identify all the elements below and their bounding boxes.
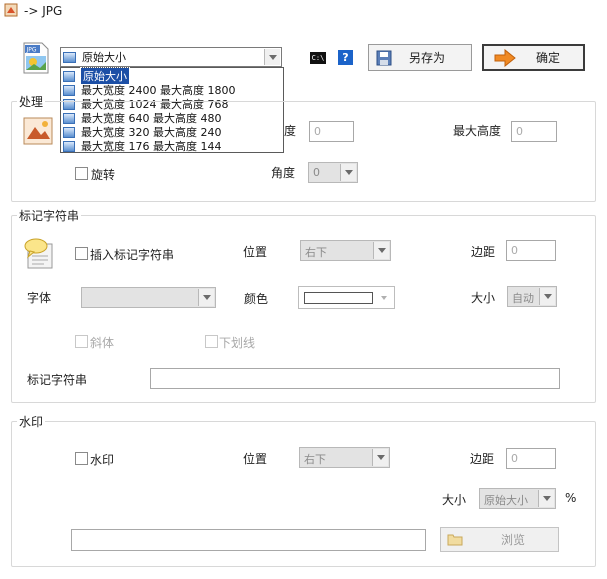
- color-swatch: [304, 292, 373, 304]
- watermark-margin-input[interactable]: 0: [506, 448, 556, 469]
- chevron-down-icon: [539, 288, 555, 305]
- image-size-icon: [63, 84, 75, 96]
- chevron-down-icon: [198, 289, 214, 306]
- watermark-position-label: 位置: [243, 452, 268, 466]
- marker-string-input[interactable]: [150, 368, 560, 389]
- underline-checkbox[interactable]: [205, 335, 218, 348]
- jpg-file-icon: JPG: [23, 42, 49, 74]
- rotate-label: 旋转: [91, 168, 116, 182]
- color-label: 颜色: [244, 292, 269, 306]
- help-icon[interactable]: ?: [338, 50, 353, 65]
- max-height-input[interactable]: 0: [511, 121, 557, 142]
- image-size-icon: [63, 51, 76, 63]
- watermark-percent-label: %: [565, 491, 577, 505]
- insert-marker-checkbox[interactable]: [75, 247, 88, 260]
- insert-marker-label: 插入标记字符串: [90, 248, 175, 262]
- chevron-down-icon: [381, 296, 387, 300]
- image-processing-icon: [23, 117, 53, 145]
- underline-label: 下划线: [219, 336, 256, 350]
- arrow-right-icon: [494, 48, 516, 67]
- marker-string-label: 标记字符串: [27, 373, 88, 387]
- max-width-input[interactable]: 0: [309, 121, 354, 142]
- size-select[interactable]: 原始大小: [60, 47, 282, 67]
- angle-select[interactable]: 0: [308, 162, 358, 183]
- folder-icon: [447, 534, 463, 546]
- browse-button[interactable]: 浏览: [440, 527, 559, 552]
- marker-margin-label: 边距: [471, 245, 496, 259]
- title-bar: -> JPG: [0, 0, 607, 22]
- marker-group-title: 标记字符串: [17, 207, 82, 224]
- watermark-position-select[interactable]: 右下: [299, 447, 390, 468]
- floppy-disk-icon: [376, 50, 392, 65]
- ok-button[interactable]: 确定: [482, 44, 585, 71]
- font-select[interactable]: [81, 287, 216, 308]
- size-select-value: 原始大小: [82, 51, 126, 64]
- rotate-checkbox[interactable]: [75, 167, 88, 180]
- watermark-checkbox[interactable]: [75, 452, 88, 465]
- marker-position-select[interactable]: 右下: [300, 240, 391, 261]
- color-picker[interactable]: [298, 286, 395, 309]
- window-title: -> JPG: [24, 4, 63, 18]
- angle-label: 角度: [271, 166, 296, 180]
- max-height-label: 最大高度: [453, 124, 502, 138]
- processing-group: [11, 101, 596, 202]
- watermark-enable-label: 水印: [90, 453, 115, 467]
- watermark-size-label: 大小: [442, 493, 467, 507]
- app-icon: [4, 3, 18, 17]
- watermark-size-select[interactable]: 原始大小: [479, 488, 556, 509]
- image-size-icon: [63, 70, 75, 82]
- chevron-down-icon: [373, 242, 389, 259]
- watermark-group-title: 水印: [17, 413, 46, 430]
- chevron-down-icon: [538, 490, 554, 507]
- chevron-down-icon: [372, 449, 388, 466]
- watermark-path-input[interactable]: [71, 529, 426, 551]
- marker-position-label: 位置: [243, 245, 268, 259]
- speech-bubble-icon: [24, 238, 53, 269]
- watermark-margin-label: 边距: [470, 452, 495, 466]
- dropdown-option[interactable]: 最大宽度 2400 最大高度 1800: [63, 83, 235, 97]
- italic-checkbox[interactable]: [75, 335, 88, 348]
- save-as-button[interactable]: 另存为: [368, 44, 472, 71]
- svg-text:JPG: JPG: [26, 47, 37, 54]
- marker-margin-input[interactable]: 0: [506, 240, 556, 261]
- italic-label: 斜体: [90, 336, 115, 350]
- marker-size-select[interactable]: 自动: [507, 286, 557, 307]
- console-icon[interactable]: C:\: [310, 52, 326, 64]
- marker-size-label: 大小: [471, 291, 496, 305]
- width-label-tail: 度: [284, 124, 297, 138]
- chevron-down-icon: [340, 164, 356, 181]
- dropdown-option[interactable]: 原始大小: [63, 67, 130, 85]
- font-label: 字体: [27, 291, 52, 305]
- processing-group-title: 处理: [17, 93, 46, 110]
- chevron-down-icon[interactable]: [264, 49, 280, 65]
